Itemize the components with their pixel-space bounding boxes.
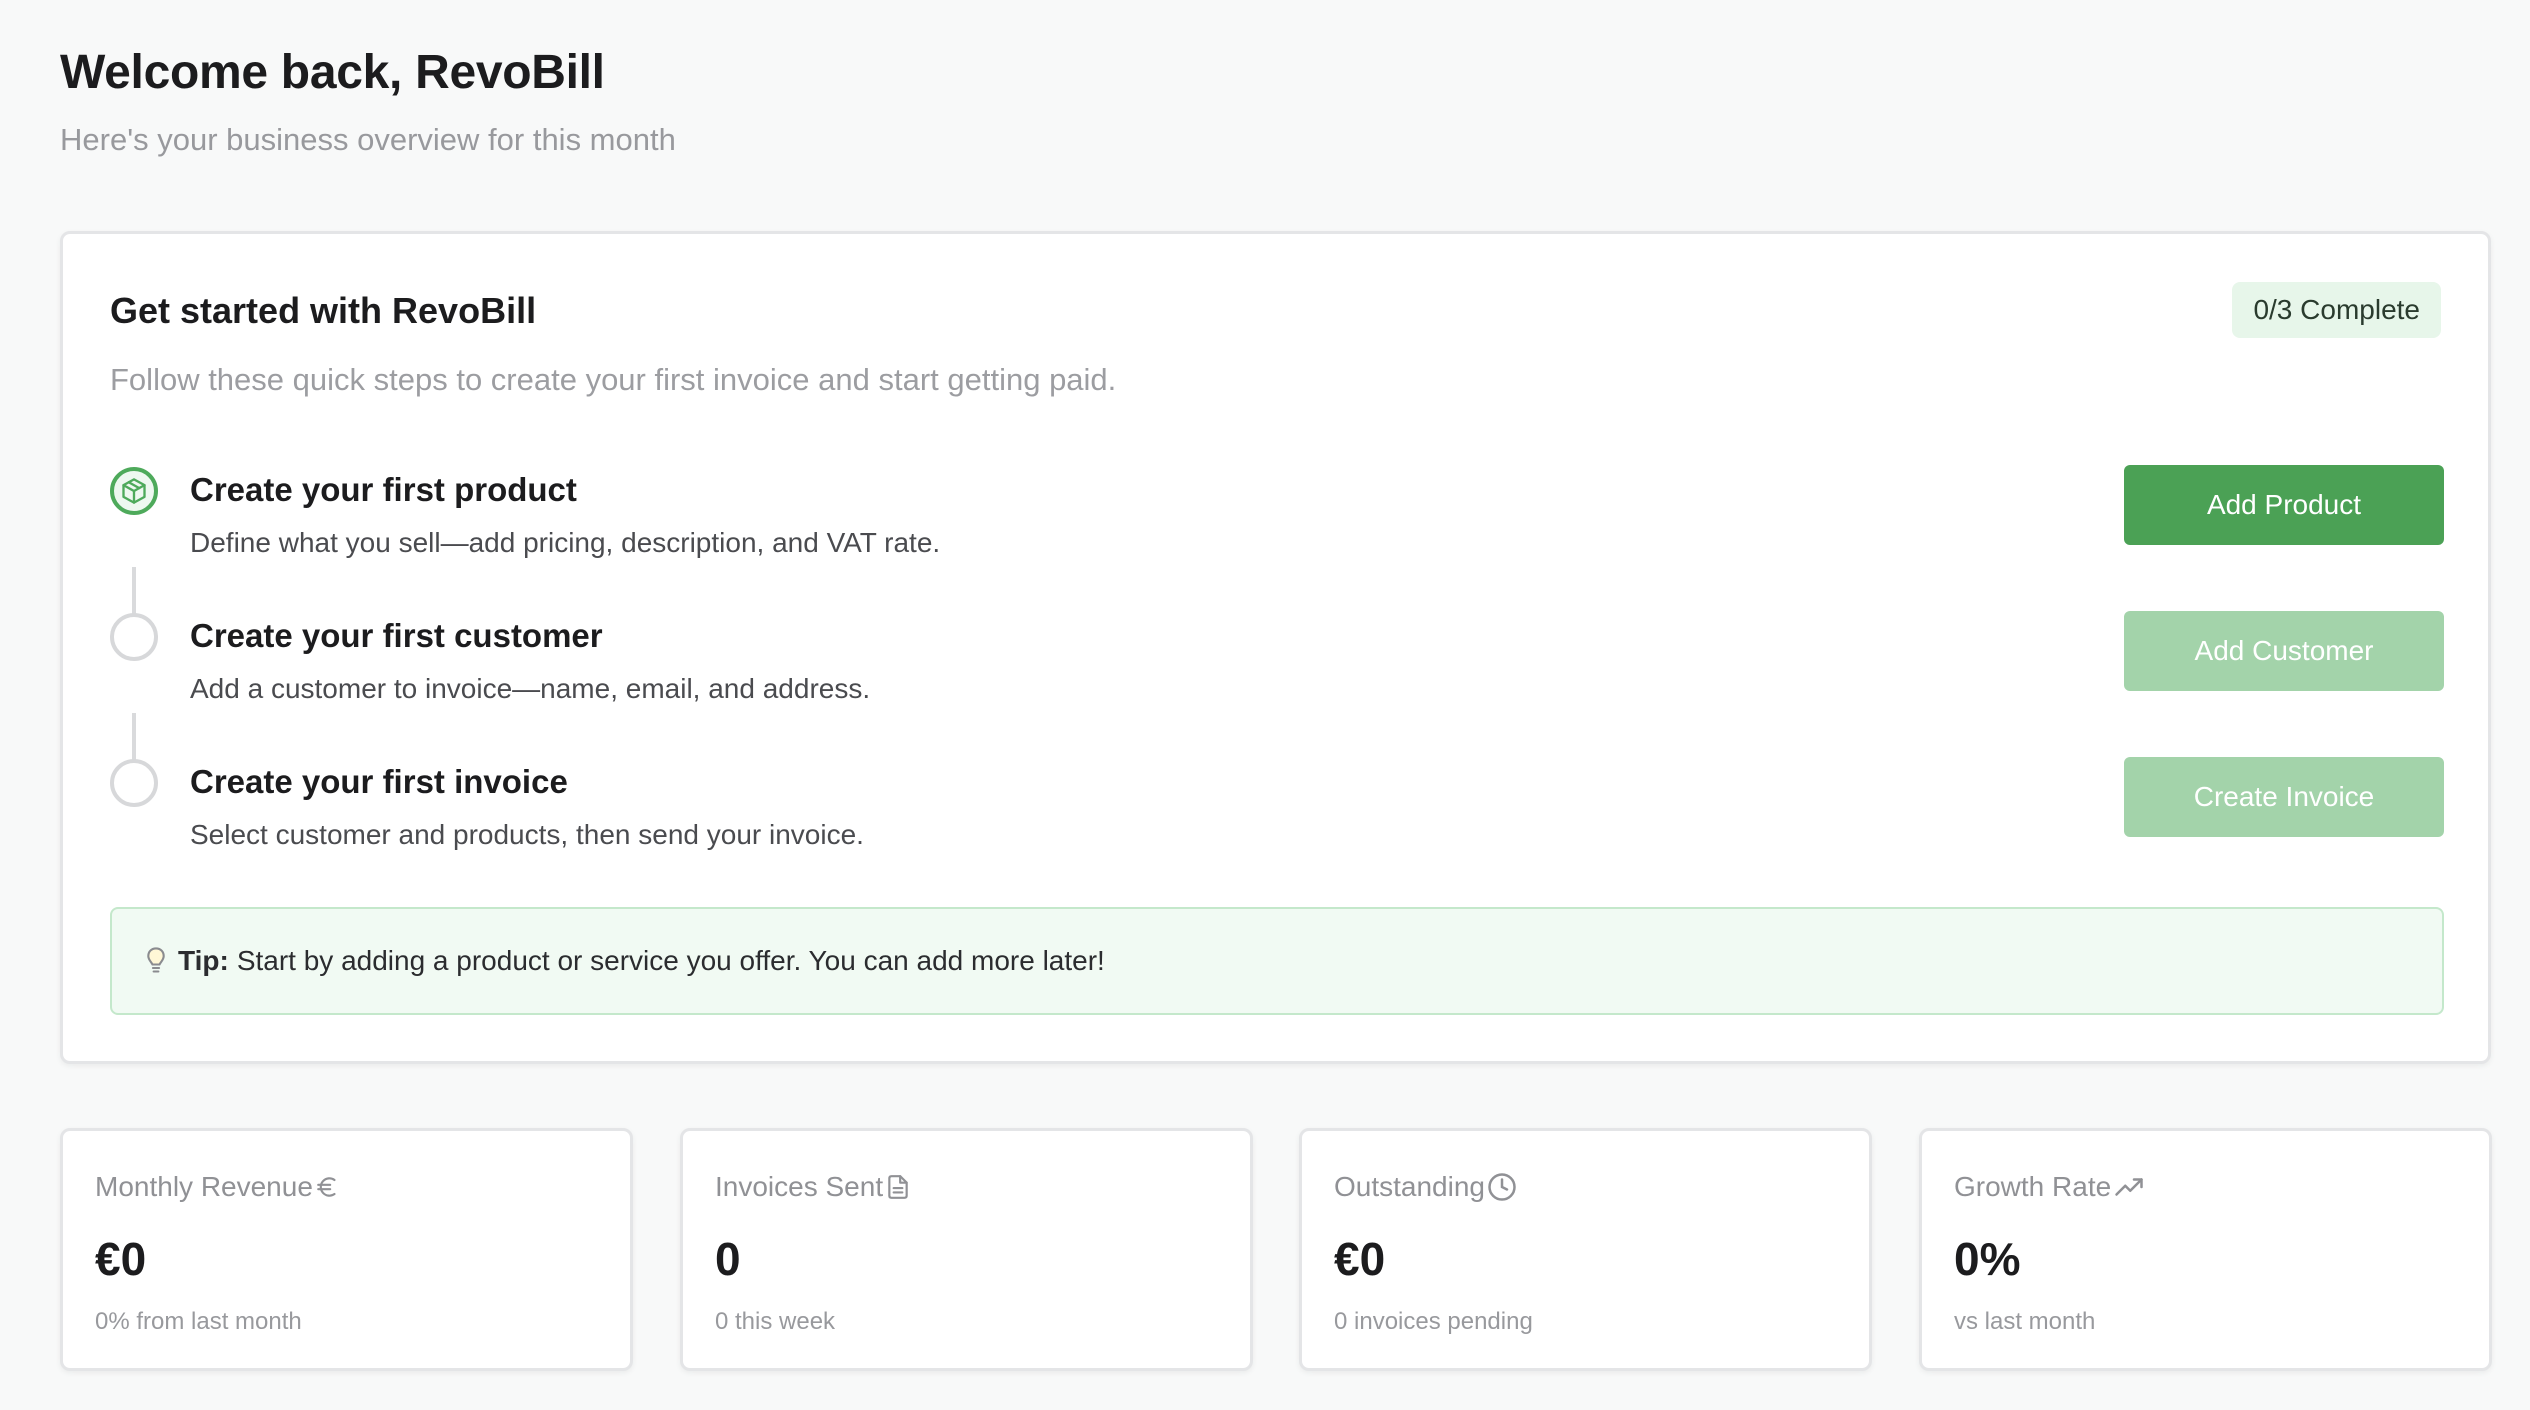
stat-label: Outstanding xyxy=(1334,1171,1485,1202)
trending-up-icon xyxy=(2113,1172,2145,1202)
add-customer-button[interactable]: Add Customer xyxy=(2124,611,2444,691)
stat-value: €0 xyxy=(1334,1233,1386,1285)
page-subtitle: Here's your business overview for this m… xyxy=(60,122,676,157)
step-description: Add a customer to invoice—name, email, a… xyxy=(190,673,871,704)
stat-label: Growth Rate xyxy=(1954,1171,2112,1202)
tip-text: Start by adding a product or service you… xyxy=(236,945,1105,976)
stat-label: Invoices Sent xyxy=(715,1171,884,1202)
stat-card-invoices-sent: Invoices Sent 0 0 this week xyxy=(680,1128,1253,1371)
step-title: Create your first invoice xyxy=(190,763,568,800)
stat-value: 0 xyxy=(715,1233,741,1285)
lightbulb-icon xyxy=(146,947,166,975)
step-pending-marker xyxy=(110,613,158,661)
step-description: Define what you sell—add pricing, descri… xyxy=(190,527,941,558)
page-title: Welcome back, RevoBill xyxy=(60,46,605,99)
step-pending-marker xyxy=(110,759,158,807)
step-title: Create your first product xyxy=(190,471,577,508)
stat-note: vs last month xyxy=(1954,1308,2096,1335)
package-icon xyxy=(110,467,158,515)
document-icon xyxy=(885,1172,911,1202)
onboarding-card: Get started with RevoBill 0/3 Complete F… xyxy=(60,231,2491,1064)
create-invoice-button[interactable]: Create Invoice xyxy=(2124,757,2444,837)
stat-card-monthly-revenue: Monthly Revenue €0 0% from last month xyxy=(60,1128,633,1371)
clock-icon xyxy=(1487,1172,1517,1202)
tip-box: Tip: Start by adding a product or servic… xyxy=(110,907,2444,1015)
step-description: Select customer and products, then send … xyxy=(190,819,864,850)
progress-badge: 0/3 Complete xyxy=(2232,282,2441,338)
stat-note: 0% from last month xyxy=(95,1308,302,1335)
step-title: Create your first customer xyxy=(190,617,603,654)
stat-note: 0 invoices pending xyxy=(1334,1308,1533,1335)
stat-label: Monthly Revenue xyxy=(95,1171,313,1202)
stat-card-outstanding: Outstanding €0 0 invoices pending xyxy=(1299,1128,1872,1371)
stat-note: 0 this week xyxy=(715,1308,836,1335)
add-product-button[interactable]: Add Product xyxy=(2124,465,2444,545)
stat-value: €0 xyxy=(95,1233,147,1285)
onboarding-subtitle: Follow these quick steps to create your … xyxy=(110,362,1117,397)
onboarding-title: Get started with RevoBill xyxy=(110,290,537,331)
euro-icon xyxy=(315,1172,341,1202)
page-header: Welcome back, RevoBill Here's your busin… xyxy=(60,40,676,160)
tip-label: Tip: xyxy=(178,945,229,976)
stat-card-growth-rate: Growth Rate 0% vs last month xyxy=(1919,1128,2492,1371)
stat-value: 0% xyxy=(1954,1233,2021,1285)
